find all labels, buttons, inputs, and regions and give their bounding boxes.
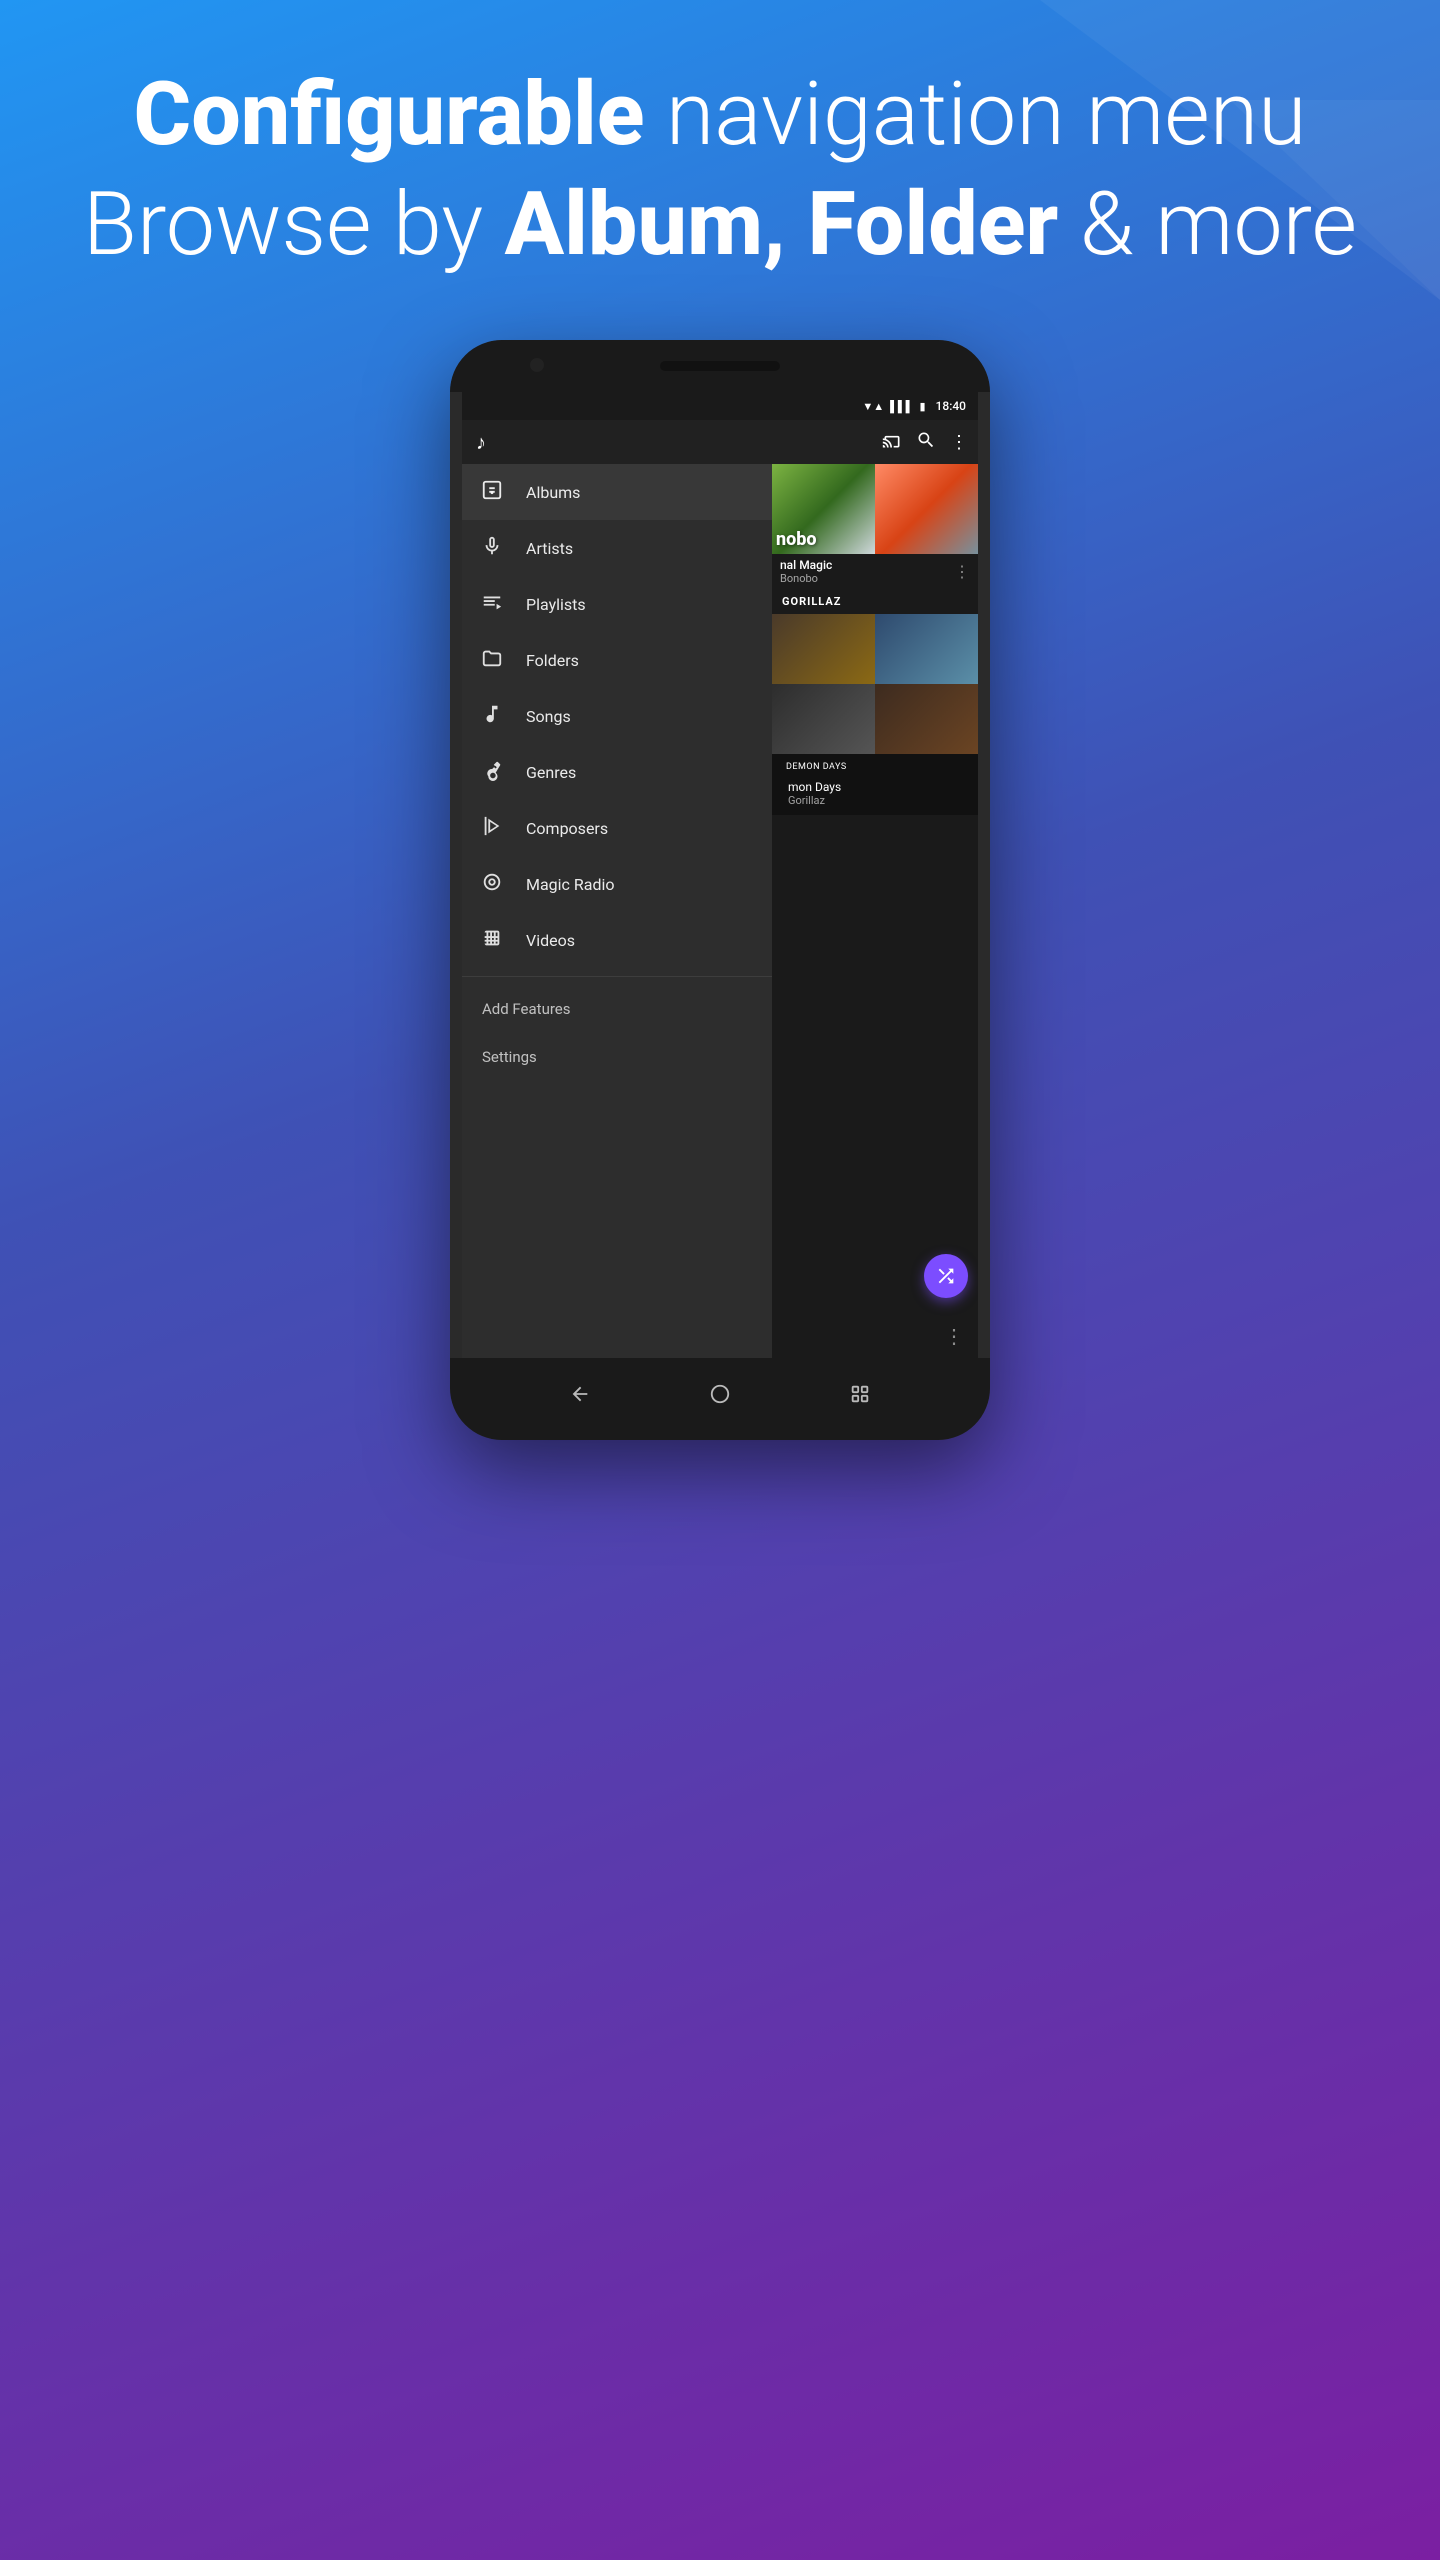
nav-item-magic-radio[interactable]: Magic Radio — [462, 856, 772, 912]
gorillaz-grid — [772, 614, 978, 754]
nav-divider — [462, 976, 772, 977]
more-options-icon[interactable]: ⋮ — [950, 432, 968, 453]
phone-device: ▼▲ ▌▌▌ ▮ 18:40 ♪ ⋮ — [450, 340, 990, 1440]
radio-icon — [478, 871, 506, 898]
header-line2: Browse by Album, Folder & more — [80, 170, 1360, 280]
app-bar: ♪ ⋮ — [462, 420, 978, 464]
playlist-icon — [478, 591, 506, 618]
music-square-icon — [478, 479, 506, 506]
gorillaz-thumb-2[interactable] — [875, 614, 978, 684]
music-note-icon — [478, 703, 506, 730]
nav-label-add-features: Add Features — [482, 1000, 571, 1018]
back-button[interactable] — [564, 1378, 596, 1410]
album-artist-bonobo: Bonobo — [780, 572, 832, 585]
signal-icon: ▌▌▌ — [890, 400, 913, 413]
nav-label-playlists: Playlists — [526, 595, 586, 614]
phone-screen: ▼▲ ▌▌▌ ▮ 18:40 ♪ ⋮ — [462, 392, 978, 1358]
status-time: 18:40 — [936, 399, 966, 413]
folder-icon — [478, 647, 506, 674]
nav-item-artists[interactable]: Artists — [462, 520, 772, 576]
bottom-more-icon[interactable]: ⋮ — [944, 1324, 964, 1348]
recents-button[interactable] — [844, 1378, 876, 1410]
wifi-icon: ▼▲ — [862, 400, 884, 413]
header-section: Configurable navigation menu Browse by A… — [0, 60, 1440, 280]
header-line1: Configurable navigation menu — [80, 60, 1360, 170]
cast-icon[interactable] — [882, 430, 902, 455]
nav-label-genres: Genres — [526, 763, 576, 782]
screen-content: Albums Artists Playlists — [462, 464, 978, 1358]
battery-icon: ▮ — [919, 400, 925, 413]
album-info-bonobo: nal Magic Bonobo ⋮ — [772, 554, 978, 589]
demon-album-artist: Gorillaz — [788, 794, 841, 807]
nav-drawer: Albums Artists Playlists — [462, 464, 772, 1358]
guitar-icon — [478, 759, 506, 786]
nav-label-settings: Settings — [482, 1048, 537, 1066]
main-content: nobo nal Magic Bonobo ⋮ GORILLAZ — [772, 464, 978, 1358]
album-thumb-nobo[interactable]: nobo — [772, 464, 875, 554]
nav-item-composers[interactable]: Composers — [462, 800, 772, 856]
nav-label-composers: Composers — [526, 819, 608, 838]
nav-label-albums: Albums — [526, 483, 580, 502]
demon-days-section: DEMON DAYS mon Days Gorillaz — [772, 754, 978, 815]
phone-camera — [530, 358, 544, 372]
nav-item-albums[interactable]: Albums — [462, 464, 772, 520]
status-bar: ▼▲ ▌▌▌ ▮ 18:40 — [462, 392, 978, 420]
gorillaz-thumb-1[interactable] — [772, 614, 875, 684]
nav-item-folders[interactable]: Folders — [462, 632, 772, 688]
microphone-icon — [478, 535, 506, 562]
demon-days-label: DEMON DAYS — [780, 758, 970, 776]
search-icon[interactable] — [916, 430, 936, 455]
gorillaz-header: GORILLAZ — [772, 589, 978, 614]
home-button[interactable] — [704, 1378, 736, 1410]
gorillaz-thumb-4[interactable] — [875, 684, 978, 754]
phone-top-bar — [450, 340, 990, 392]
album-thumb-bonobo[interactable] — [875, 464, 978, 554]
nav-item-playlists[interactable]: Playlists — [462, 576, 772, 632]
nav-item-settings[interactable]: Settings — [462, 1033, 772, 1081]
shuffle-fab[interactable] — [924, 1254, 968, 1298]
nav-label-folders: Folders — [526, 651, 579, 670]
header-bold-album-folder: Album, Folder — [505, 173, 1059, 276]
demon-album-title: mon Days — [788, 780, 841, 794]
app-music-icon: ♪ — [476, 430, 486, 455]
album-name-bonobo: nal Magic — [780, 558, 832, 572]
gorillaz-thumb-3[interactable] — [772, 684, 875, 754]
nav-label-videos: Videos — [526, 931, 575, 950]
header-bold-configurable: Configurable — [134, 63, 645, 166]
nav-label-songs: Songs — [526, 707, 571, 726]
phone-nav-bar — [450, 1358, 990, 1440]
harp-icon — [478, 815, 506, 842]
more-options-bonobo[interactable]: ⋮ — [954, 562, 970, 581]
nav-item-videos[interactable]: Videos — [462, 912, 772, 968]
film-icon — [478, 927, 506, 954]
nav-item-genres[interactable]: Genres — [462, 744, 772, 800]
nav-item-add-features[interactable]: Add Features — [462, 985, 772, 1033]
phone-speaker — [660, 361, 780, 371]
nav-item-songs[interactable]: Songs — [462, 688, 772, 744]
demon-album-row[interactable]: mon Days Gorillaz — [780, 776, 970, 811]
nav-label-magic-radio: Magic Radio — [526, 875, 615, 894]
albums-grid-top: nobo — [772, 464, 978, 554]
nav-label-artists: Artists — [526, 539, 573, 558]
